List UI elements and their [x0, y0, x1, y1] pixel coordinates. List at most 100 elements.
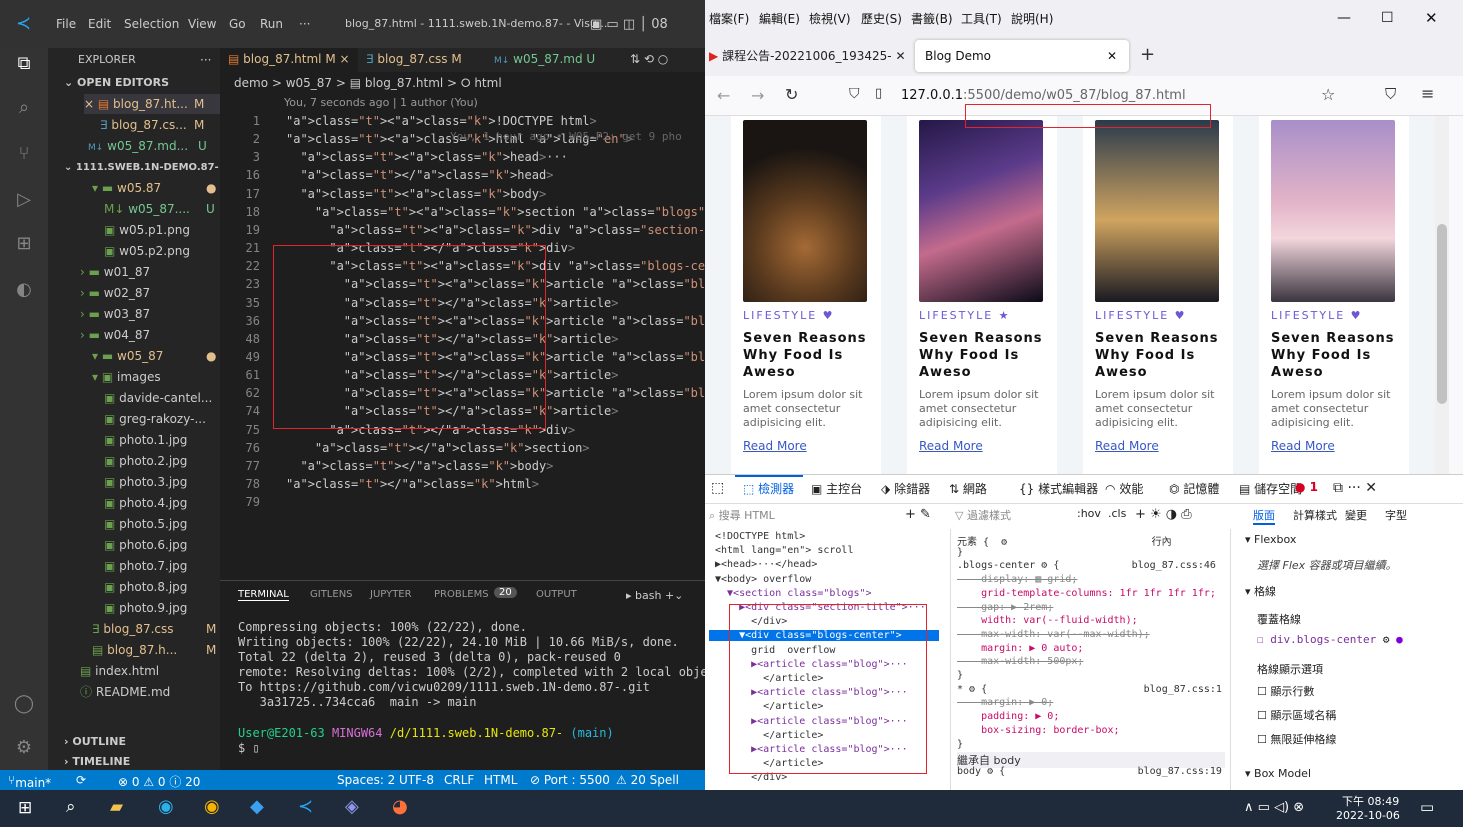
devtools-tab[interactable]: ⇅ 網路 — [949, 480, 987, 497]
filter-styles-input[interactable]: ▽ 過濾樣式 :hov .cls + ☀ ◑ ⎙ — [955, 507, 1225, 525]
file-explorer-icon[interactable]: ▰ — [110, 797, 123, 817]
url-field[interactable]: 127.0.0.1:5500/demo/w05_87/blog_87.html — [901, 88, 1186, 103]
breadcrumb[interactable]: demo > w05_87 > ▤ blog_87.html > ⭘ html — [234, 74, 502, 92]
tree-item[interactable]: ▣ photo.9.jpg — [104, 598, 187, 618]
notification-icon[interactable]: ▭ — [1420, 798, 1434, 816]
style-tools-icons[interactable]: + ☀ ◑ ⎙ — [1135, 507, 1192, 522]
repo-folder-header[interactable]: ⌄ 1111.SWEB.1N-DEMO.87- — [64, 158, 219, 178]
tree-item[interactable]: ▣ w05.p2.png — [104, 241, 190, 261]
back-icon[interactable]: ← — [717, 86, 730, 105]
code-line[interactable]: "a">class="t"></"a">class="k">body> — [286, 457, 553, 475]
css-rule-line[interactable]: gap: ▶ 2rem; — [957, 602, 1053, 613]
html-node-line[interactable]: ▼<section class="blogs"> — [715, 588, 872, 599]
chrome-icon[interactable]: ◉ — [204, 796, 220, 817]
menu-edit[interactable]: Edit — [88, 17, 111, 31]
devtools-tab[interactable]: ⬚ 檢測器 — [743, 480, 794, 497]
read-more-link[interactable]: Read More — [743, 439, 807, 453]
eol-setting[interactable]: CRLF — [444, 773, 474, 787]
menu-hamburger-icon[interactable]: ≡ — [1421, 84, 1434, 103]
tree-item[interactable]: ▣ photo.3.jpg — [104, 472, 187, 492]
css-rule-line[interactable]: * ⚙ { blog_87.css:1 — [957, 684, 1222, 695]
layout-tab[interactable]: 變更 — [1345, 507, 1367, 523]
menu-view[interactable]: 檢視(V) — [809, 10, 851, 27]
tree-item[interactable]: ▣ photo.7.jpg — [104, 556, 187, 576]
box-model-section[interactable]: ▾ Box Model — [1245, 767, 1311, 780]
new-tab-icon[interactable]: + — [1140, 44, 1155, 65]
code-line[interactable]: "a">class="t"></"a">class="k">html> — [286, 475, 539, 493]
shell-selector[interactable]: ▸ bash +⌄ — [626, 589, 683, 602]
element-picker-icon[interactable]: ⬚ — [711, 480, 724, 496]
grid-section[interactable]: ▾ 格線 — [1245, 583, 1276, 599]
search-icon[interactable]: ⌕ — [66, 797, 76, 817]
devtools-tab[interactable]: ▤ 儲存空間 — [1239, 480, 1302, 497]
css-rule-line[interactable]: margin: ▶ 0 auto; — [957, 643, 1083, 654]
search-html-input[interactable]: ⌕ 搜尋 HTML + ✎ — [709, 507, 949, 525]
scrollbar-thumb[interactable] — [1437, 224, 1447, 404]
explorer-more-icon[interactable]: ··· — [200, 50, 211, 70]
devtools-tab[interactable]: ◠ 效能 — [1105, 480, 1143, 497]
tree-item[interactable]: ▣ photo.1.jpg — [104, 430, 187, 450]
layout-tab[interactable]: 計算樣式 — [1293, 507, 1337, 523]
vscode-taskbar-icon[interactable]: ≺ — [298, 796, 313, 817]
tree-item[interactable]: ▾ ▬ w05_87 ● — [92, 346, 216, 366]
layout-tab[interactable]: 字型 — [1385, 507, 1407, 523]
option-extend-lines[interactable]: ☐ 無限延伸格線 — [1257, 731, 1336, 747]
tree-item[interactable]: ⓘ README.md — [80, 682, 170, 702]
menu-file[interactable]: File — [56, 17, 76, 31]
reload-icon[interactable]: ↻ — [785, 85, 798, 104]
tab-blog-demo[interactable]: Blog Demo ✕ — [915, 40, 1129, 72]
branch-indicator[interactable]: ⑂ main* — [8, 773, 51, 790]
code-line[interactable]: "a">class="t"><"a">class="k">div "a">cla… — [286, 221, 705, 239]
teams-icon[interactable]: ◈ — [345, 796, 359, 817]
menu-bookmarks[interactable]: 書籤(B) — [911, 10, 953, 27]
html-node-line[interactable]: </div> — [715, 772, 787, 783]
tree-item[interactable]: ▾ ▣ images — [92, 367, 161, 387]
dock-options-icons[interactable]: ⧉ ··· ✕ — [1333, 480, 1377, 496]
page-scrollbar[interactable] — [1435, 116, 1449, 474]
settings-gear-icon[interactable]: ⚙ — [12, 736, 36, 760]
tree-item[interactable]: ▣ greg-rakozy-... — [104, 409, 206, 429]
tree-item[interactable]: › ▬ w04_87 — [80, 325, 150, 345]
spell-check[interactable]: ⚠ 20 Spell — [616, 773, 679, 787]
flexbox-section[interactable]: ▾ Flexbox — [1245, 533, 1296, 546]
devtools-tab[interactable]: ⬗ 除錯器 — [881, 480, 930, 497]
error-indicator[interactable]: ● 1 — [1295, 480, 1318, 494]
search-icon[interactable]: ⌕ — [12, 96, 36, 120]
tree-item[interactable]: ▣ w05.p1.png — [104, 220, 190, 240]
panel-tab[interactable]: OUTPUT — [536, 589, 577, 600]
run-debug-icon[interactable]: ▷ — [12, 188, 36, 212]
read-more-link[interactable]: Read More — [1271, 439, 1335, 453]
tree-item[interactable]: ▣ photo.5.jpg — [104, 514, 187, 534]
menu-help[interactable]: 說明(H) — [1011, 10, 1053, 27]
tree-item[interactable]: ▣ photo.6.jpg — [104, 535, 187, 555]
code-line[interactable]: "a">class="t"></"a">class="k">section> — [286, 439, 590, 457]
tree-item[interactable]: ▤ blog_87.h... M — [92, 640, 216, 660]
menu-go[interactable]: Go — [229, 17, 246, 31]
code-line[interactable]: "a">class="t"></"a">class="k">head> — [286, 166, 553, 184]
menu-history[interactable]: 歷史(S) — [861, 10, 902, 27]
tree-item[interactable]: ▣ photo.4.jpg — [104, 493, 187, 513]
indent-setting[interactable]: Spaces: 2 — [337, 773, 395, 787]
open-editors-header[interactable]: ⌄ OPEN EDITORS — [64, 73, 169, 93]
tree-item[interactable]: ∃ blog_87.css M — [92, 619, 216, 639]
tab-course-notice[interactable]: ▶ 課程公告-20221006_193425- ✕ — [709, 42, 909, 70]
minimize-icon[interactable]: — — [1337, 10, 1351, 26]
open-editor-item[interactable]: × ▤ blog_87.ht... M — [84, 94, 220, 114]
html-node-line[interactable]: <!DOCTYPE html> — [715, 531, 805, 542]
encoding-setting[interactable]: UTF-8 — [399, 773, 434, 787]
start-icon[interactable]: ⊞ — [18, 798, 32, 818]
css-rule-line[interactable]: } — [957, 547, 963, 558]
clock-time[interactable]: 下午 08:49 — [1342, 793, 1399, 809]
firefox-taskbar-icon[interactable]: ◕ — [392, 796, 408, 817]
tree-item[interactable]: › ▬ w01_87 — [80, 262, 150, 282]
clock-date[interactable]: 2022-10-06 — [1336, 809, 1400, 822]
html-node-line[interactable]: ▼<body> overflow — [715, 574, 811, 585]
outline-header[interactable]: › OUTLINE — [64, 732, 126, 752]
maximize-icon[interactable]: ☐ — [1381, 10, 1394, 26]
tree-item[interactable]: ▤ index.html — [80, 661, 159, 681]
sourcetree-icon[interactable]: ◆ — [250, 796, 264, 817]
tab-blog-css[interactable]: ∃ blog_87.css M — [358, 48, 486, 72]
option-area-names[interactable]: ☐ 顯示區域名稱 — [1257, 707, 1336, 723]
tree-item[interactable]: › ▬ w02_87 — [80, 283, 150, 303]
edge-icon[interactable]: ◉ — [158, 796, 174, 817]
